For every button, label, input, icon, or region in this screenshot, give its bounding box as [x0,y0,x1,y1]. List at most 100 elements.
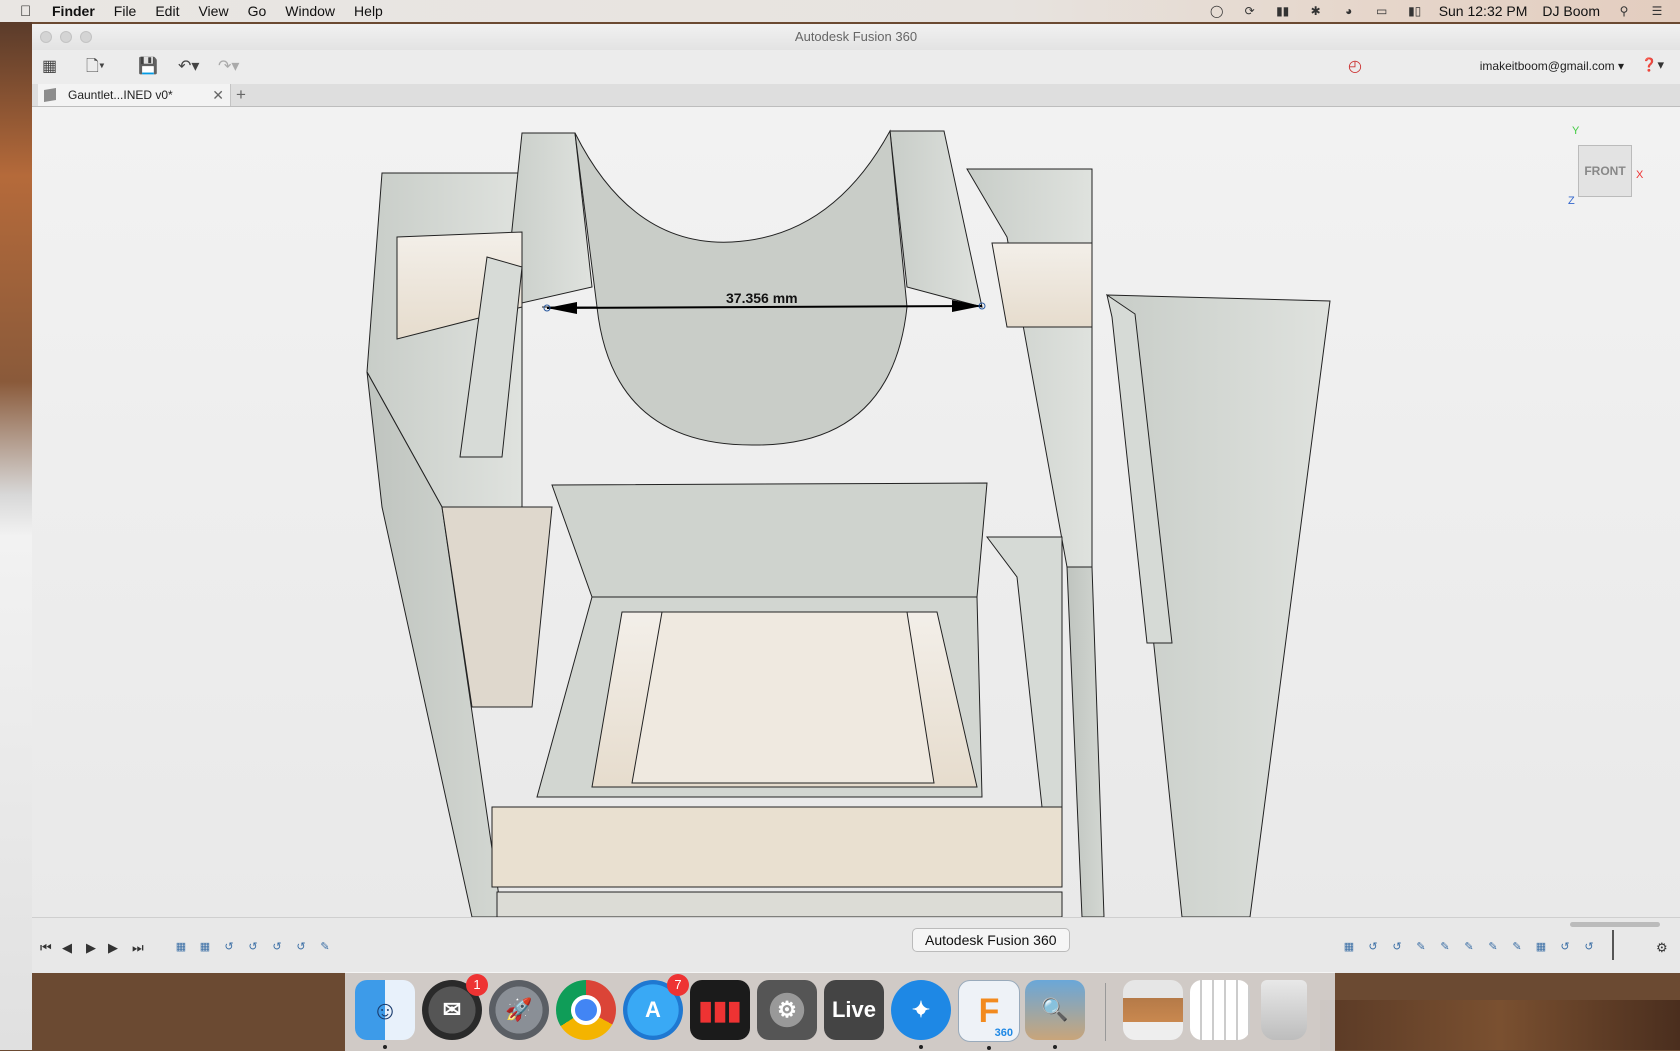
timeline-settings-icon[interactable]: ⚙ [1656,940,1668,956]
3d-model[interactable] [32,107,1680,917]
finder-dock-icon[interactable]: ☺ [355,980,415,1049]
sync-icon[interactable]: ⟳ [1241,4,1259,18]
safari-dock-icon[interactable]: ✦ [891,980,951,1049]
timeline-feature-icon[interactable]: ↺ [246,940,260,954]
close-tab-icon[interactable]: ✕ [212,84,224,106]
timeline-feature-icon[interactable]: ↺ [222,940,236,954]
desktop-background-bottom [1320,1000,1680,1050]
spotlight-icon[interactable]: ⚲ [1615,4,1633,18]
design-canvas[interactable]: 37.356 mm FRONT Y X Z [32,107,1680,917]
ableton-live-dock-icon[interactable]: Live [824,980,884,1040]
window-title: Autodesk Fusion 360 [794,29,918,44]
live-label: Live [831,997,877,1022]
trash-dock-icon[interactable] [1261,980,1307,1040]
undo-icon[interactable]: ↶▾ [178,56,199,78]
timeline-feature-icon[interactable]: ▦ [1342,940,1356,954]
audio-bars-icon[interactable]: ▮▮ [1274,4,1292,18]
fusion-window: Autodesk Fusion 360 ▦ 🗋▾ 💾 ↶▾ ↷▾ ◴ imake… [32,24,1680,973]
axis-z-label: Z [1568,195,1575,207]
view-cube[interactable]: FRONT Y X Z [1562,125,1652,215]
timeline-feature-icon[interactable]: ↺ [1582,940,1596,954]
preview-dock-icon[interactable]: 🔍 [1025,980,1085,1049]
mail-badge: 1 [466,974,488,996]
running-indicator [383,1045,387,1049]
mail-dock-icon[interactable]: ✉ 1 [422,974,488,1040]
menu-file[interactable]: File [114,3,137,19]
help-menu-icon[interactable]: ❓▾ [1641,57,1664,73]
step-forward-icon[interactable]: ▶ [108,940,118,956]
menu-edit[interactable]: Edit [155,3,179,19]
apple-menu-icon[interactable]:  [20,3,38,20]
close-window-button[interactable] [40,31,52,43]
timeline-feature-icon[interactable]: ✎ [1486,940,1500,954]
menu-help[interactable]: Help [354,3,383,19]
timeline: ⏮ ◀ ▶ ▶ ⏭ ▦ ▦ ↺ ↺ ↺ ↺ ✎ ▦ ↺ ↺ ✎ ✎ ✎ ✎ ✎ … [32,917,1680,973]
timeline-feature-icon[interactable]: ↺ [1390,940,1404,954]
running-indicator [987,1046,991,1050]
step-back-icon[interactable]: ◀ [62,940,72,956]
axis-x-label: X [1636,169,1644,181]
timeline-feature-icon[interactable]: ✎ [1510,940,1524,954]
user-name[interactable]: DJ Boom [1542,3,1600,19]
timeline-feature-icon[interactable]: ✎ [1462,940,1476,954]
timeline-feature-icon[interactable]: ▦ [1534,940,1548,954]
desktop-background [0,22,32,1050]
account-email: imakeitboom@gmail.com [1479,59,1615,73]
play-icon[interactable]: ▶ [86,940,96,956]
minimize-window-button[interactable] [60,31,72,43]
dock-separator [1105,983,1106,1041]
toolbar: ▦ 🗋▾ 💾 ↶▾ ↷▾ ◴ imakeitboom@gmail.com ▾ ❓… [32,50,1680,85]
menu-finder[interactable]: Finder [52,3,95,19]
design-document-icon [44,87,56,103]
documents-stack-icon[interactable] [1190,980,1250,1040]
go-to-end-icon[interactable]: ⏭ [132,940,144,956]
chrome-dock-icon[interactable] [556,980,616,1040]
timeline-feature-icon[interactable]: ▦ [198,940,212,954]
stocks-dock-icon[interactable]: ▮▮▮ [690,980,750,1040]
system-preferences-dock-icon[interactable]: ⚙ [757,980,817,1040]
battery-icon[interactable]: ▮▯ [1406,4,1424,18]
axis-y-label: Y [1572,125,1580,137]
data-panel-grid-icon[interactable]: ▦ [42,56,57,78]
redo-icon[interactable]: ↷▾ [218,56,239,78]
bluetooth-icon[interactable]: ✱ [1307,4,1325,18]
fusion-360-dock-icon[interactable]: F 360 [958,980,1020,1050]
account-menu[interactable]: imakeitboom@gmail.com ▾ [1480,59,1624,73]
clock[interactable]: Sun 12:32 PM [1439,3,1528,19]
document-tab-bar: Gauntlet...INED v0* ✕ + [32,84,1680,107]
timeline-scrollbar[interactable] [1570,922,1660,927]
dimension-label[interactable]: 37.356 mm [726,290,798,306]
new-tab-icon[interactable]: + [236,84,246,106]
save-icon[interactable]: 💾 [138,56,158,78]
fusion-360-label: 360 [994,1027,1013,1039]
app-store-dock-icon[interactable]: A7 [623,974,689,1040]
menu-view[interactable]: View [198,3,228,19]
airplay-icon[interactable]: ▭ [1373,4,1391,18]
timeline-feature-icon[interactable]: ▦ [174,940,188,954]
downloads-stack-icon[interactable] [1123,980,1183,1040]
go-to-start-icon[interactable]: ⏮ [40,940,52,956]
zoom-window-button[interactable] [80,31,92,43]
timeline-feature-icon[interactable]: ✎ [318,940,332,954]
timeline-feature-icon[interactable]: ↺ [294,940,308,954]
view-cube-face[interactable]: FRONT [1578,145,1632,197]
timeline-feature-icon[interactable]: ✎ [1414,940,1428,954]
dock: ☺ ✉ 1 🚀 A7 ▮▮▮ ⚙ Live ✦ F 360 🔍 [345,972,1335,1051]
timeline-feature-icon[interactable]: ↺ [270,940,284,954]
title-bar: Autodesk Fusion 360 [32,24,1680,50]
creative-cloud-icon[interactable]: ◯ [1208,4,1226,18]
file-menu-icon[interactable]: 🗋▾ [86,56,105,78]
timeline-feature-icon[interactable]: ↺ [1558,940,1572,954]
launchpad-dock-icon[interactable]: 🚀 [489,980,549,1040]
dock-tooltip: Autodesk Fusion 360 [912,928,1070,952]
timeline-feature-icon[interactable]: ✎ [1438,940,1452,954]
document-tab[interactable]: Gauntlet...INED v0* ✕ [38,84,231,106]
timeline-feature-icon[interactable]: ↺ [1366,940,1380,954]
menu-bar:  Finder File Edit View Go Window Help ◯… [0,0,1680,22]
menu-window[interactable]: Window [285,3,335,19]
menu-go[interactable]: Go [248,3,267,19]
timeline-marker[interactable] [1612,930,1614,960]
wifi-icon[interactable]: ◕ [1340,4,1358,18]
job-status-icon[interactable]: ◴ [1348,56,1362,78]
notification-center-icon[interactable]: ☰ [1648,4,1666,18]
